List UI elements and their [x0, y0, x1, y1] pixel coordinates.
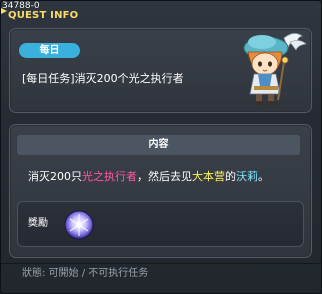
reward-box [17, 201, 304, 247]
quest-status: 狀態: 可開始 / 不可执行任务 [22, 268, 149, 279]
location-name: 大本营 [192, 170, 225, 183]
npc-character-icon [243, 33, 307, 105]
description-part: ，然后去见 [137, 170, 192, 183]
content-header: 内容 [17, 135, 300, 155]
description-part: 消灭200只 [28, 170, 82, 183]
window-title: QUEST INFO [8, 10, 79, 21]
reward-label: 獎勵 [28, 218, 48, 229]
description-part: 。 [258, 170, 269, 183]
npc-name: 沃莉 [236, 170, 258, 183]
target-monster: 光之执行者 [82, 170, 137, 183]
quest-description: 消灭200只光之执行者，然后去见大本营的沃莉。 [28, 170, 269, 183]
daily-badge: 每日 [19, 43, 80, 58]
description-part: 的 [225, 170, 236, 183]
quest-name: [每日任务]消灭200个光之执行者 [22, 72, 184, 85]
light-orb-icon[interactable] [64, 210, 94, 240]
